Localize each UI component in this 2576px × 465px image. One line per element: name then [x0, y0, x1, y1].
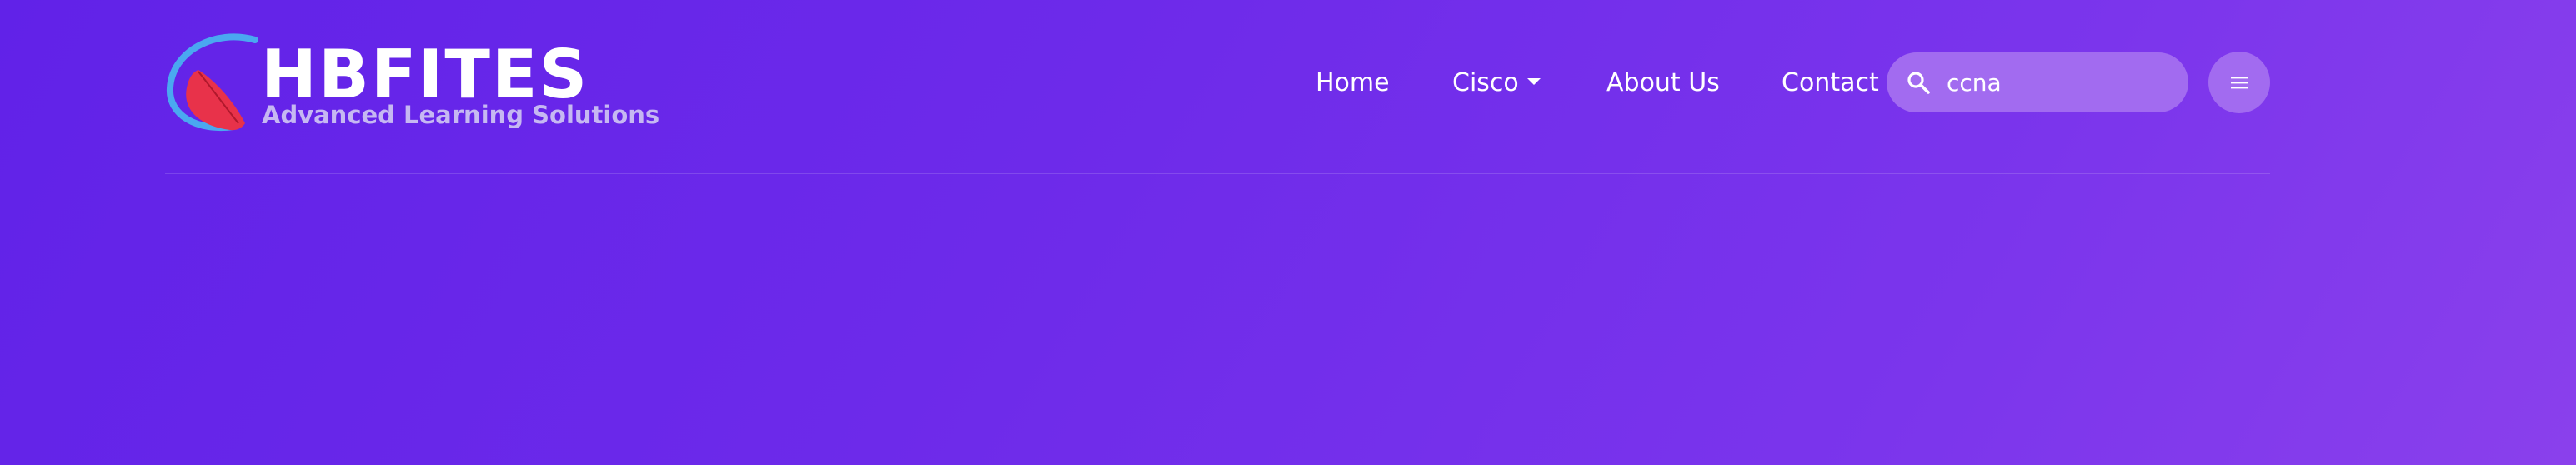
nav-item-cisco[interactable]: Cisco	[1452, 67, 1541, 100]
hamburger-menu-icon	[2231, 77, 2248, 89]
header-divider	[165, 172, 2270, 174]
caret-down-icon	[1526, 78, 1541, 85]
nav-item-label: About Us	[1606, 68, 1720, 98]
search-input[interactable]	[1947, 66, 2172, 99]
nav-item-label: Cisco	[1452, 68, 1519, 98]
nav-item-about-us[interactable]: About Us	[1606, 67, 1720, 100]
nav-item-home[interactable]: Home	[1316, 67, 1390, 100]
search-icon	[1907, 72, 1930, 94]
site-logo[interactable]: HBFITES Advanced Learning Solutions	[165, 33, 659, 135]
menu-button[interactable]	[2208, 52, 2270, 113]
nav-item-label: Home	[1316, 68, 1390, 98]
logo-title: HBFITES	[261, 36, 589, 113]
logo-tagline: Advanced Learning Solutions	[262, 101, 660, 129]
search-box[interactable]	[1887, 52, 2188, 112]
site-header: HBFITES Advanced Learning Solutions Home…	[0, 0, 2576, 175]
logo-mark-icon	[166, 33, 258, 132]
